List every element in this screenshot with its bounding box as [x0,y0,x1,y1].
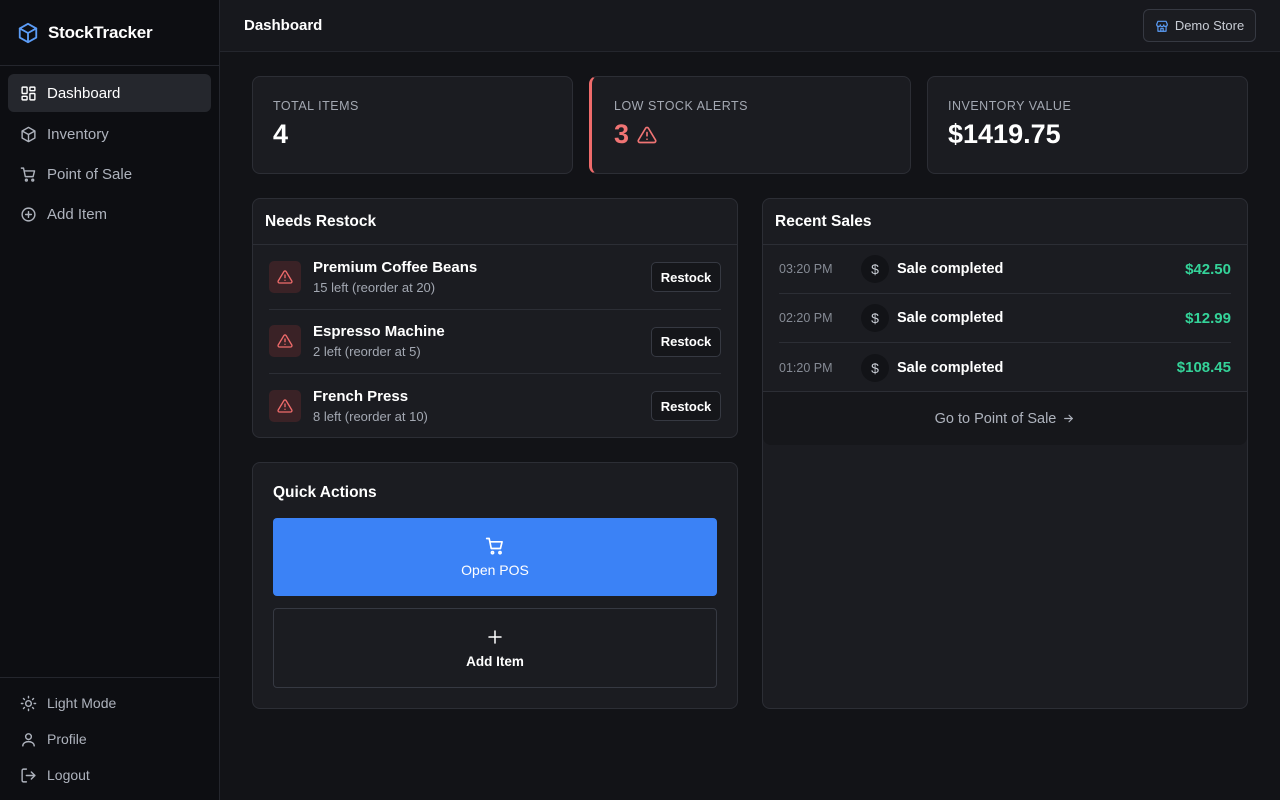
profile-label: Profile [47,731,87,747]
sidebar-footer: Light Mode Profile Logout [0,677,219,800]
sale-amount: $42.50 [1185,260,1231,278]
sidebar-item-label: Dashboard [47,84,121,102]
restock-list: Premium Coffee Beans 15 left (reorder at… [253,245,737,439]
sidebar-item-label: Inventory [47,125,109,143]
sales-list: 03:20 PM $ Sale completed $42.50 02:20 P… [763,245,1247,392]
go-to-pos-link[interactable]: Go to Point of Sale [763,391,1247,445]
dollar-icon: $ [861,255,889,283]
open-pos-label: Open POS [461,562,529,578]
total-items-card: TOTAL ITEMS 4 [252,76,573,174]
page-title: Dashboard [244,17,323,34]
sale-amount: $108.45 [1176,359,1231,376]
box-icon [20,126,37,143]
sidebar-item-point-of-sale[interactable]: Point of Sale [8,155,211,193]
low-stock-label: LOW STOCK ALERTS [614,99,748,113]
user-icon [20,731,37,748]
warning-badge [269,260,301,293]
restock-button[interactable]: Restock [651,391,721,421]
warning-badge [269,390,301,423]
plus-icon [486,628,504,646]
recent-sales-card: Recent Sales 03:20 PM $ Sale completed $… [762,198,1248,709]
sale-row: 03:20 PM $ Sale completed $42.50 [779,245,1231,294]
restock-item-detail: 15 left (reorder at 20) [313,279,436,295]
restock-row: Premium Coffee Beans 15 left (reorder at… [269,245,721,310]
needs-restock-card: Needs Restock Premium Coffee Beans 15 le… [252,198,738,438]
total-items-value: 4 [273,119,552,150]
plus-circle-icon [20,206,37,223]
store-label: Demo Store [1174,18,1245,33]
restock-item-name: French Press [313,388,409,406]
app-name: StockTracker [48,22,153,42]
inventory-value-value: $1419.75 [948,119,1227,150]
sidebar-item-label: Add Item [47,205,108,223]
sale-time: 01:20 PM [779,360,833,375]
recent-sales-title: Recent Sales [763,199,1247,245]
total-items-label: TOTAL ITEMS [273,99,359,113]
dollar-icon: $ [861,353,889,382]
cart-icon [20,166,37,183]
restock-item-detail: 8 left (reorder at 10) [313,409,428,425]
restock-row: French Press 8 left (reorder at 10) Rest… [269,374,721,439]
restock-button[interactable]: Restock [651,326,721,357]
light-mode-label: Light Mode [47,695,117,711]
logout-icon [20,767,37,784]
restock-item-info: Espresso Machine 2 left (reorder at 5) [313,323,445,359]
cart-icon [485,536,505,556]
sidebar-item-add-item[interactable]: Add Item [8,195,211,233]
sale-time: 03:20 PM [779,262,833,276]
inventory-value-number: $1419.75 [948,119,1061,149]
add-item-button[interactable]: Add Item [273,608,717,688]
arrow-right-icon [1062,412,1075,425]
sidebar-item-inventory[interactable]: Inventory [8,115,211,153]
low-stock-number: 3 [614,119,630,149]
header: Dashboard Demo Store [220,0,1280,52]
sale-description: Sale completed [897,310,1004,326]
store-icon [1155,19,1169,33]
warning-icon [277,398,293,414]
dollar-icon: $ [861,304,889,332]
restock-item-name: Premium Coffee Beans [313,258,478,276]
inventory-value-card: INVENTORY VALUE $1419.75 [927,76,1248,174]
store-selector-button[interactable]: Demo Store [1143,9,1256,42]
sale-description: Sale completed [897,359,1004,376]
profile-link[interactable]: Profile [8,721,211,757]
restock-item-info: French Press 8 left (reorder at 10) [313,388,428,424]
warning-icon [637,125,657,145]
restock-button[interactable]: Restock [651,262,721,292]
dashboard-icon [20,85,37,102]
warning-icon [277,333,293,349]
logout-label: Logout [47,767,90,783]
sale-description: Sale completed [897,261,1004,277]
warning-badge [269,325,301,358]
box-logo-icon [17,22,39,44]
sidebar-item-dashboard[interactable]: Dashboard [8,74,211,112]
restock-item-detail: 2 left (reorder at 5) [313,344,421,360]
low-stock-alerts-card: LOW STOCK ALERTS 3 [589,76,911,174]
open-pos-button[interactable]: Open POS [273,518,717,596]
total-items-number: 4 [273,119,289,149]
warning-icon [277,269,293,285]
add-item-label: Add Item [466,653,524,669]
restock-item-info: Premium Coffee Beans 15 left (reorder at… [313,259,477,295]
inventory-value-label: INVENTORY VALUE [948,99,1072,113]
sun-icon [20,695,37,712]
sale-time: 02:20 PM [779,311,833,325]
sale-row: 02:20 PM $ Sale completed $12.99 [779,294,1231,343]
quick-actions-title: Quick Actions [273,484,377,501]
brand[interactable]: StockTracker [0,0,219,66]
restock-row: Espresso Machine 2 left (reorder at 5) R… [269,310,721,374]
sale-amount: $12.99 [1185,309,1231,327]
light-mode-toggle[interactable]: Light Mode [8,685,211,721]
quick-actions-card: Quick Actions Open POS Add Item [252,462,738,709]
logout-link[interactable]: Logout [8,757,211,793]
sidebar-nav: Dashboard Inventory Point of Sale Add It… [0,66,219,243]
go-to-pos-label: Go to Point of Sale [934,410,1057,427]
sidebar-item-label: Point of Sale [47,165,133,183]
low-stock-value: 3 [614,119,890,150]
sale-row: 01:20 PM $ Sale completed $108.45 [779,343,1231,392]
restock-item-name: Espresso Machine [313,323,445,341]
sidebar: StockTracker Dashboard Inventory Point o… [0,0,220,800]
needs-restock-title: Needs Restock [253,199,737,245]
